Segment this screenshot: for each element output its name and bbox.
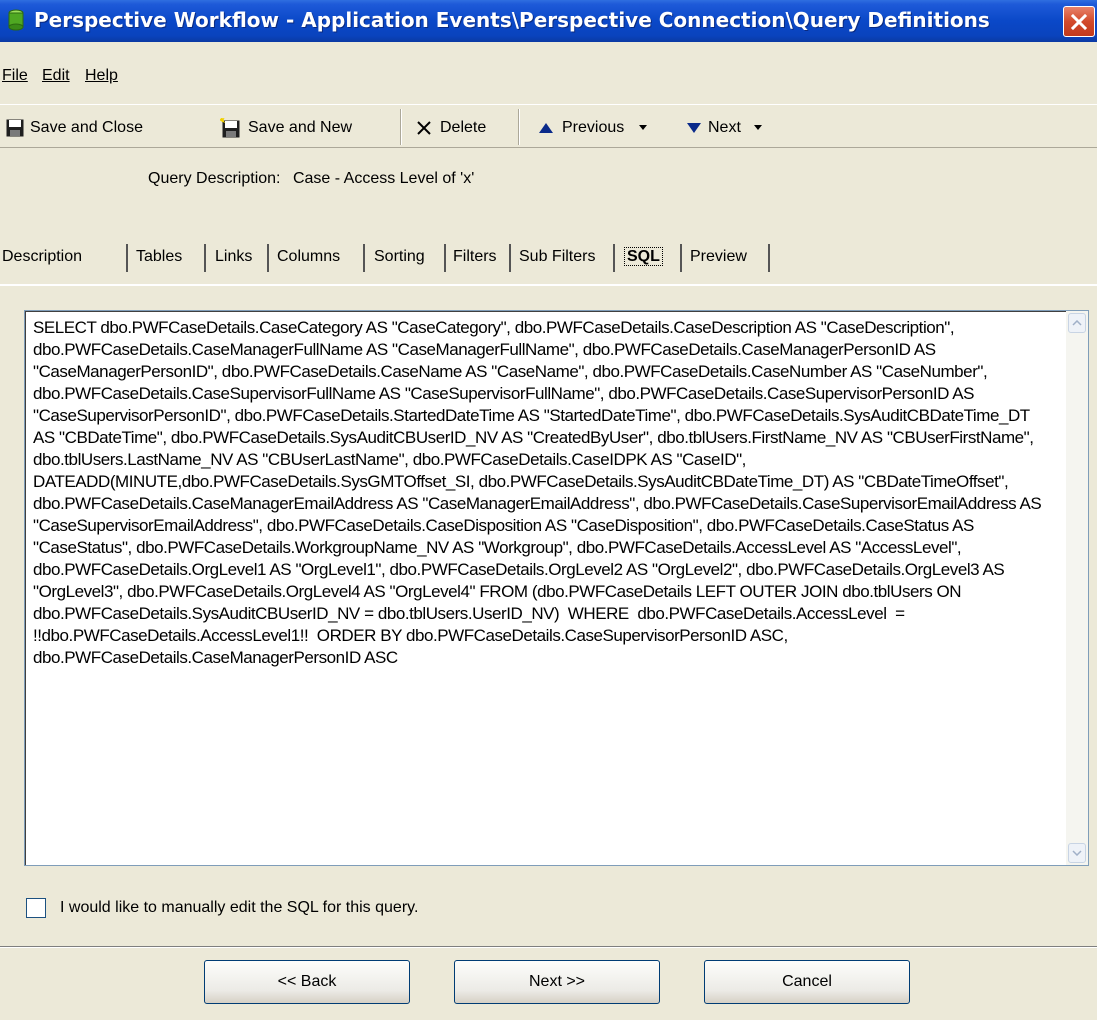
tab-filters[interactable]: Filters <box>453 244 511 272</box>
menu-help[interactable]: Help <box>85 67 118 85</box>
title-bar[interactable]: Perspective Workflow - Application Event… <box>0 0 1097 42</box>
tab-sorting[interactable]: Sorting <box>374 244 446 272</box>
tab-divider <box>0 284 1097 286</box>
chevron-down-icon <box>1072 850 1082 856</box>
sql-text: SELECT dbo.PWFCaseDetails.CaseCategory A… <box>33 318 1046 667</box>
cancel-button[interactable]: Cancel <box>704 960 910 1004</box>
tab-sql[interactable]: SQL <box>624 244 682 272</box>
query-description: Query Description: Case - Access Level o… <box>148 170 474 188</box>
toolbar: Save and Close Save and New Delete Previ… <box>0 104 1097 148</box>
floppy-disk-new-icon <box>220 118 240 138</box>
floppy-disk-icon <box>6 119 24 137</box>
menu-bar: File Edit Help <box>0 67 1097 97</box>
query-description-value: Case - Access Level of 'x' <box>292 170 475 187</box>
chevron-up-icon <box>1072 320 1082 326</box>
app-cylinder-icon <box>8 9 24 31</box>
scroll-up-button[interactable] <box>1068 313 1086 333</box>
manual-edit-label: I would like to manually edit the SQL fo… <box>60 899 419 916</box>
window-title: Perspective Workflow - Application Event… <box>34 8 990 32</box>
close-icon <box>1070 13 1088 30</box>
tab-sub-filters[interactable]: Sub Filters <box>519 244 615 272</box>
save-and-new-button[interactable]: Save and New <box>220 115 352 141</box>
back-button[interactable]: << Back <box>204 960 410 1004</box>
tab-tables[interactable]: Tables <box>136 244 206 272</box>
next-record-button[interactable]: Next <box>686 115 763 141</box>
close-button[interactable] <box>1063 6 1095 37</box>
x-delete-icon <box>417 121 431 135</box>
manual-edit-option[interactable]: I would like to manually edit the SQL fo… <box>26 898 418 918</box>
toolbar-separator <box>518 109 520 145</box>
chevron-down-icon <box>753 125 762 130</box>
chevron-down-icon <box>639 125 648 130</box>
menu-edit[interactable]: Edit <box>42 67 70 85</box>
footer-divider <box>0 946 1097 948</box>
up-arrow-icon <box>539 123 553 133</box>
tab-columns[interactable]: Columns <box>277 244 365 272</box>
down-arrow-icon <box>687 123 701 133</box>
vertical-scrollbar[interactable] <box>1066 311 1088 865</box>
delete-button[interactable]: Delete <box>416 115 486 141</box>
tab-links[interactable]: Links <box>215 244 269 272</box>
tab-preview[interactable]: Preview <box>690 244 770 272</box>
toolbar-separator <box>400 109 402 145</box>
save-and-close-button[interactable]: Save and Close <box>6 115 143 141</box>
sql-text-area[interactable]: SELECT dbo.PWFCaseDetails.CaseCategory A… <box>24 310 1089 866</box>
previous-button[interactable]: Previous <box>538 115 648 141</box>
manual-edit-checkbox[interactable] <box>26 898 46 918</box>
next-button[interactable]: Next >> <box>454 960 660 1004</box>
query-description-label: Query Description: <box>148 170 281 187</box>
menu-file[interactable]: File <box>2 67 28 85</box>
scroll-down-button[interactable] <box>1068 843 1086 863</box>
tab-description[interactable]: Description <box>2 244 128 272</box>
